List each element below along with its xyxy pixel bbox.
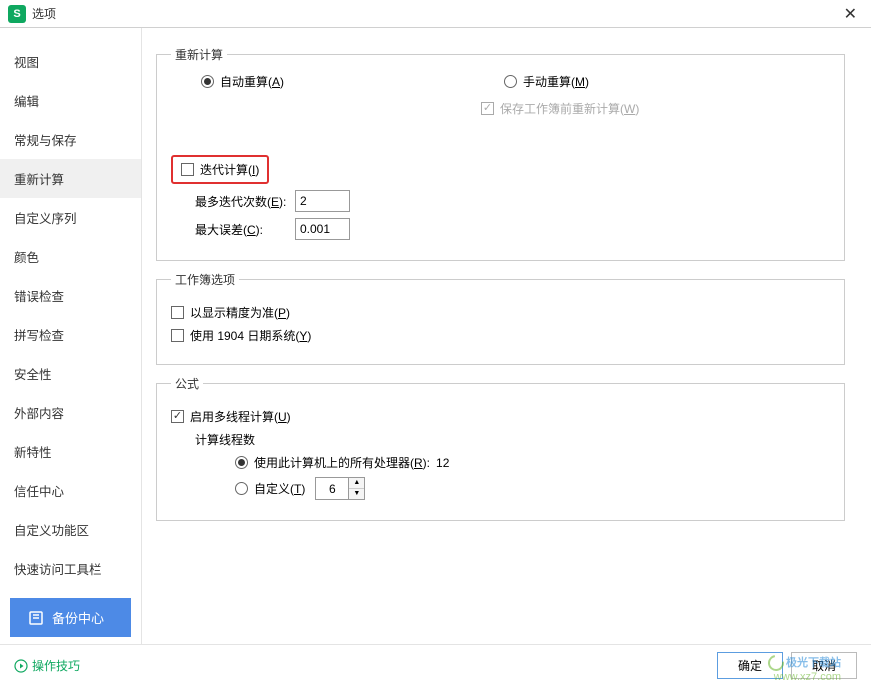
radio-icon [235,456,248,469]
checkbox-icon [171,329,184,342]
window-title: 选项 [32,5,838,22]
backup-icon [28,610,44,626]
tips-label: 操作技巧 [32,657,80,674]
workbook-options-group: 工作簿选项 以显示精度为准(P) 使用 1904 日期系统(Y) [156,271,845,365]
play-icon [14,659,28,673]
sidebar: 视图 编辑 常规与保存 重新计算 自定义序列 颜色 错误检查 拼写检查 安全性 … [0,28,142,644]
max-diff-label: 最大误差(C): [195,221,295,238]
sidebar-item-edit[interactable]: 编辑 [0,81,141,120]
manual-recalc-radio[interactable]: 手动重算(M) [504,73,589,90]
checkbox-icon [181,163,194,176]
checkbox-icon [171,410,184,423]
checkbox-icon [481,102,494,115]
max-iterations-label: 最多迭代次数(E): [195,193,295,210]
sidebar-item-color[interactable]: 颜色 [0,237,141,276]
recalculate-legend: 重新计算 [171,46,227,63]
multithread-checkbox[interactable]: 启用多线程计算(U) [171,408,291,425]
custom-threads-spinner[interactable]: ▲ ▼ [315,477,365,500]
sidebar-item-error-check[interactable]: 错误检查 [0,276,141,315]
iterative-calc-highlight: 迭代计算(I) [171,155,269,184]
sidebar-item-custom-lists[interactable]: 自定义序列 [0,198,141,237]
workbook-options-legend: 工作簿选项 [171,271,239,288]
sidebar-item-trust-center[interactable]: 信任中心 [0,471,141,510]
thread-count-label: 计算线程数 [195,431,255,448]
date-1904-checkbox[interactable]: 使用 1904 日期系统(Y) [171,327,311,344]
precision-as-displayed-checkbox[interactable]: 以显示精度为准(P) [171,304,290,321]
processor-count-value: 12 [436,456,449,470]
content-panel: 重新计算 自动重算(A) 手动重算(M) 保存工作簿前重新计算(W) [142,28,871,644]
max-iterations-input[interactable] [295,190,350,212]
backup-label: 备份中心 [52,608,104,627]
ok-button[interactable]: 确定 [717,652,783,679]
sidebar-item-external-content[interactable]: 外部内容 [0,393,141,432]
iterative-calc-checkbox[interactable]: 迭代计算(I) [181,161,259,178]
sidebar-item-security[interactable]: 安全性 [0,354,141,393]
formula-legend: 公式 [171,375,203,392]
all-processors-radio[interactable]: 使用此计算机上的所有处理器(R): [235,454,430,471]
tips-link[interactable]: 操作技巧 [14,657,80,674]
spinner-up-icon[interactable]: ▲ [349,478,364,489]
custom-threads-radio[interactable]: 自定义(T) [235,480,305,497]
titlebar: S 选项 ✕ [0,0,871,28]
radio-icon [201,75,214,88]
spinner-down-icon[interactable]: ▼ [349,489,364,499]
radio-icon [235,482,248,495]
footer: 操作技巧 确定 取消 极光下载站 www.xz7.com [0,644,871,686]
close-icon[interactable]: ✕ [838,4,863,24]
backup-center-button[interactable]: 备份中心 [10,598,131,637]
sidebar-item-view[interactable]: 视图 [0,42,141,81]
app-icon: S [8,5,26,23]
formula-group: 公式 启用多线程计算(U) 计算线程数 使用此计算机上的所有处理器(R): 12 [156,375,845,521]
checkbox-icon [171,306,184,319]
auto-recalc-radio[interactable]: 自动重算(A) [201,73,284,90]
sidebar-item-spell-check[interactable]: 拼写检查 [0,315,141,354]
sidebar-item-quick-access[interactable]: 快速访问工具栏 [0,549,141,588]
main-area: 视图 编辑 常规与保存 重新计算 自定义序列 颜色 错误检查 拼写检查 安全性 … [0,28,871,644]
max-diff-input[interactable] [295,218,350,240]
cancel-button[interactable]: 取消 [791,652,857,679]
sidebar-item-recalculate[interactable]: 重新计算 [0,159,141,198]
custom-threads-input[interactable] [316,478,348,499]
sidebar-item-customize-ribbon[interactable]: 自定义功能区 [0,510,141,549]
sidebar-item-general-save[interactable]: 常规与保存 [0,120,141,159]
save-before-recalc-checkbox: 保存工作簿前重新计算(W) [481,100,639,117]
radio-icon [504,75,517,88]
sidebar-item-new-features[interactable]: 新特性 [0,432,141,471]
recalculate-group: 重新计算 自动重算(A) 手动重算(M) 保存工作簿前重新计算(W) [156,46,845,261]
